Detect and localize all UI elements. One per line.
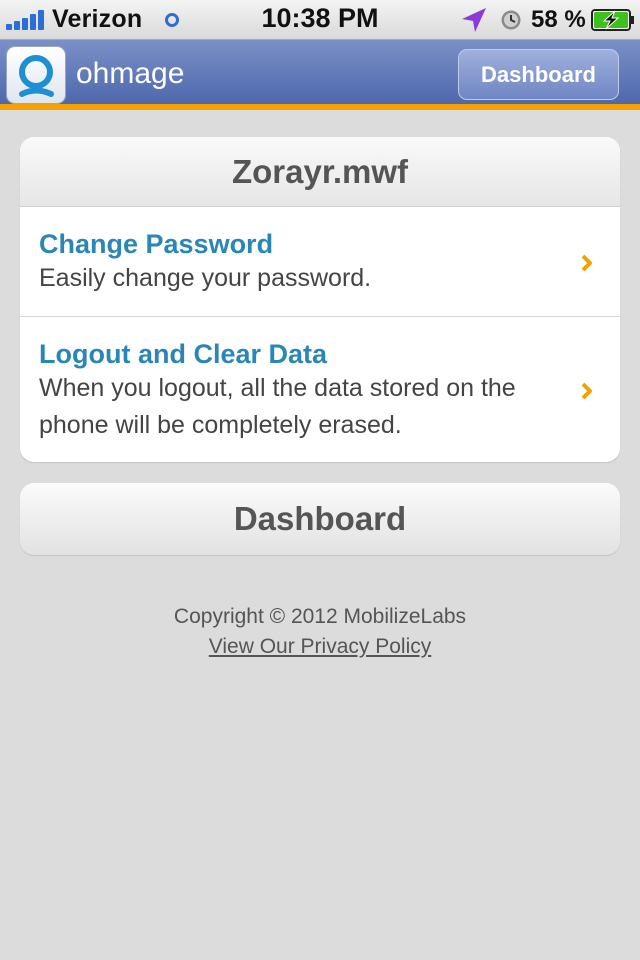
- logout-title: Logout and Clear Data: [39, 339, 328, 369]
- copyright-text: Copyright © 2012 MobilizeLabs: [173, 605, 467, 628]
- dashboard-button[interactable]: Dashboard: [20, 483, 620, 555]
- logout-clear-data-item[interactable]: Logout and Clear Data When you logout, a…: [20, 317, 620, 462]
- app-title: ohmage: [76, 57, 185, 90]
- chevron-right-icon: [581, 254, 592, 272]
- battery-percentage: 58 %: [531, 6, 586, 33]
- privacy-policy-link[interactable]: View Our Privacy Policy: [209, 635, 432, 658]
- battery-charging-icon: [591, 9, 634, 31]
- change-password-description: Easily change your password.: [39, 264, 372, 292]
- app-header: ohmage Dashboard: [0, 40, 640, 110]
- privacy-policy-container: View Our Privacy Policy: [0, 635, 640, 659]
- chevron-right-icon: [581, 382, 592, 400]
- header-dashboard-button[interactable]: Dashboard: [458, 49, 619, 100]
- location-arrow-icon: [462, 8, 486, 32]
- alarm-clock-icon: [501, 10, 521, 30]
- status-bar: Verizon 10:38 PM 58 %: [0, 0, 640, 40]
- account-card: Zorayr.mwf Change Password Easily change…: [20, 137, 620, 462]
- change-password-title: Change Password: [39, 229, 274, 259]
- logout-description: When you logout, all the data stored on …: [39, 374, 516, 439]
- change-password-item[interactable]: Change Password Easily change your passw…: [20, 207, 620, 317]
- ohmage-logo-icon: [6, 46, 66, 104]
- account-username: Zorayr.mwf: [20, 137, 620, 207]
